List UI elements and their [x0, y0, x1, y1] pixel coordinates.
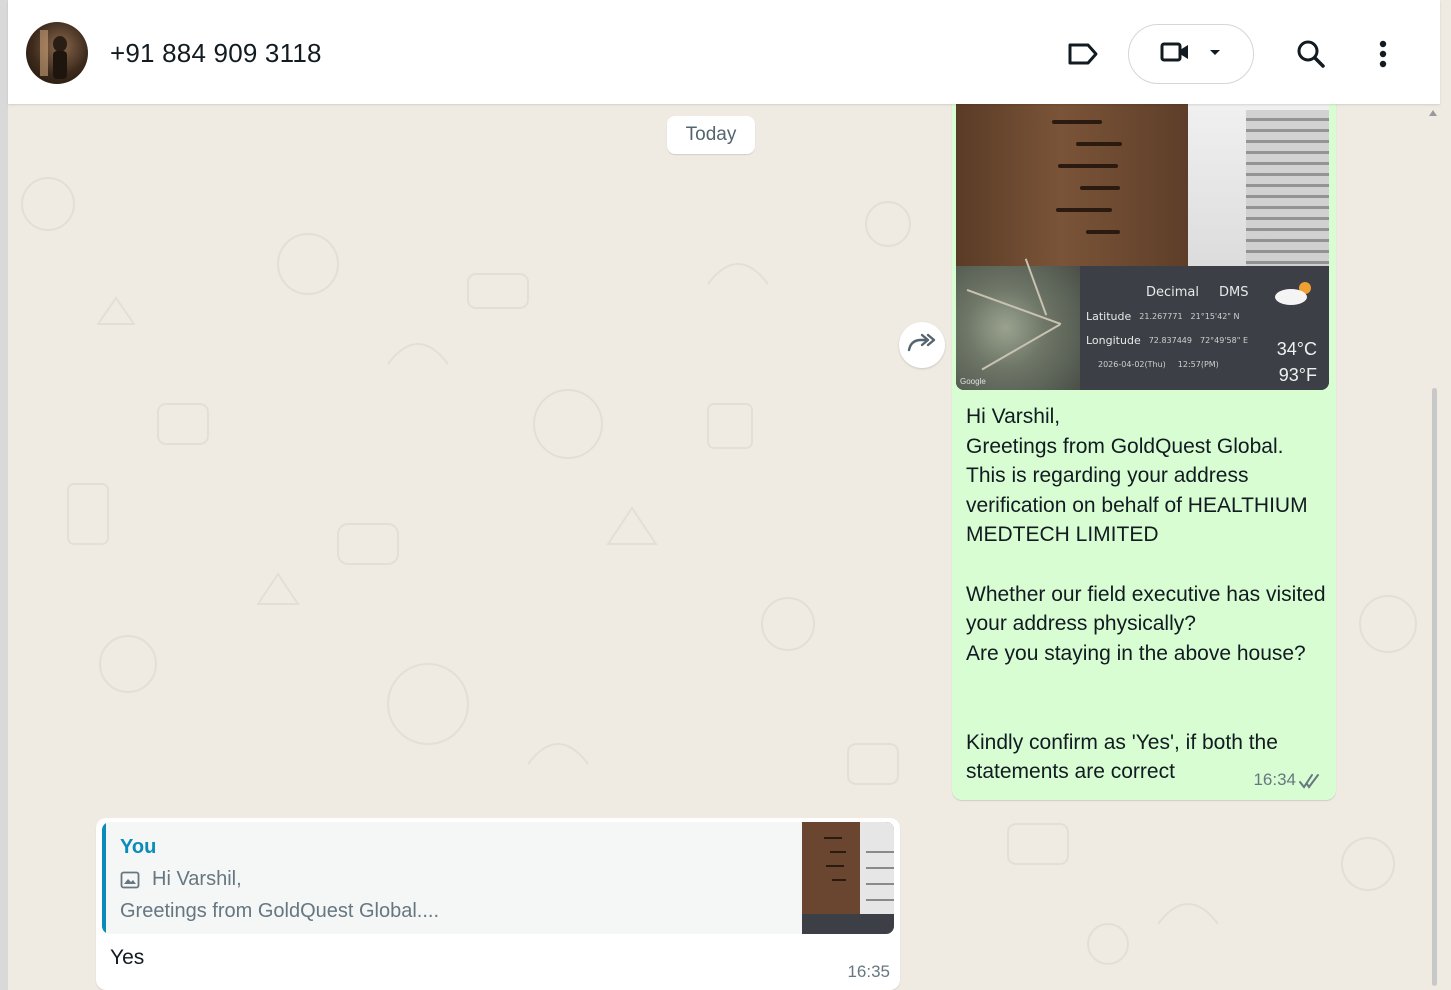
incoming-message-time: 16:35 — [847, 962, 890, 981]
latitude-label: Latitude — [1086, 309, 1132, 323]
geotagged-photo[interactable]: Google Decimal DMS Latitude 21.267771 21… — [956, 104, 1329, 390]
longitude-decimal: 72.837449 — [1148, 335, 1192, 345]
outgoing-message[interactable]: Google Decimal DMS Latitude 21.267771 21… — [952, 104, 1336, 800]
more-vertical-icon[interactable] — [1368, 36, 1398, 72]
video-call-icon — [1160, 41, 1190, 68]
scrollbar-thumb[interactable] — [1432, 388, 1437, 986]
contact-name[interactable]: +91 884 909 3118 — [110, 38, 322, 69]
contact-avatar[interactable] — [26, 22, 88, 84]
outgoing-message-time: 16:34 — [1253, 770, 1296, 789]
search-icon[interactable] — [1293, 36, 1329, 72]
double-check-icon — [1298, 772, 1322, 790]
latitude-decimal: 21.267771 — [1139, 311, 1183, 321]
quoted-photo-thumbnail — [802, 822, 894, 934]
quoted-author: You — [120, 836, 157, 858]
geo-tag-strip: Google Decimal DMS Latitude 21.267771 21… — [956, 258, 1329, 390]
incoming-message-text: Yes — [110, 946, 145, 969]
image-icon — [120, 870, 140, 890]
temperature-fahrenheit: 93°F — [1278, 365, 1317, 385]
map-credit: Google — [960, 377, 986, 386]
photo-house-entrance — [956, 104, 1329, 266]
quoted-message[interactable]: You Hi Varshil, Greetings from GoldQuest… — [102, 822, 894, 934]
outgoing-message-text: Hi Varshil, Greetings from GoldQuest Glo… — [966, 405, 1326, 784]
geo-header-decimal: Decimal — [1146, 284, 1200, 300]
label-icon[interactable] — [1065, 36, 1101, 72]
forward-icon — [907, 332, 937, 359]
chat-panel[interactable]: Today Google Decimal DMS Latitude 21.267… — [8, 104, 1440, 990]
map-thumbnail: Google — [956, 258, 1080, 390]
weather-cloud-icon — [1271, 280, 1315, 306]
chevron-down-icon — [1208, 45, 1222, 63]
incoming-message[interactable]: You Hi Varshil, Greetings from GoldQuest… — [96, 818, 900, 990]
forward-button[interactable] — [899, 322, 945, 368]
photo-time: 12:57(PM) — [1177, 359, 1219, 369]
geo-header-dms: DMS — [1219, 284, 1249, 300]
quote-accent-bar — [102, 822, 106, 934]
window-edge-left — [0, 0, 8, 990]
quoted-text-line2: Greetings from GoldQuest Global.... — [120, 900, 440, 922]
latitude-dms: 21°15'42" N — [1190, 311, 1240, 321]
chat-header: +91 884 909 3118 — [8, 0, 1440, 104]
longitude-label: Longitude — [1086, 333, 1141, 347]
temperature-celsius: 34°C — [1276, 339, 1317, 359]
photo-date: 2026-04-02(Thu) — [1098, 359, 1166, 369]
longitude-dms: 72°49'58" E — [1199, 335, 1248, 345]
video-call-button[interactable] — [1128, 24, 1254, 84]
scroll-up-arrow-icon[interactable] — [1429, 110, 1437, 116]
temperature: 34°C 93°F — [1277, 336, 1317, 388]
coordinates-table: Decimal DMS Latitude 21.267771 21°15'42"… — [1086, 280, 1266, 376]
date-divider: Today — [667, 116, 755, 154]
quoted-text-line1: Hi Varshil, — [152, 868, 242, 890]
